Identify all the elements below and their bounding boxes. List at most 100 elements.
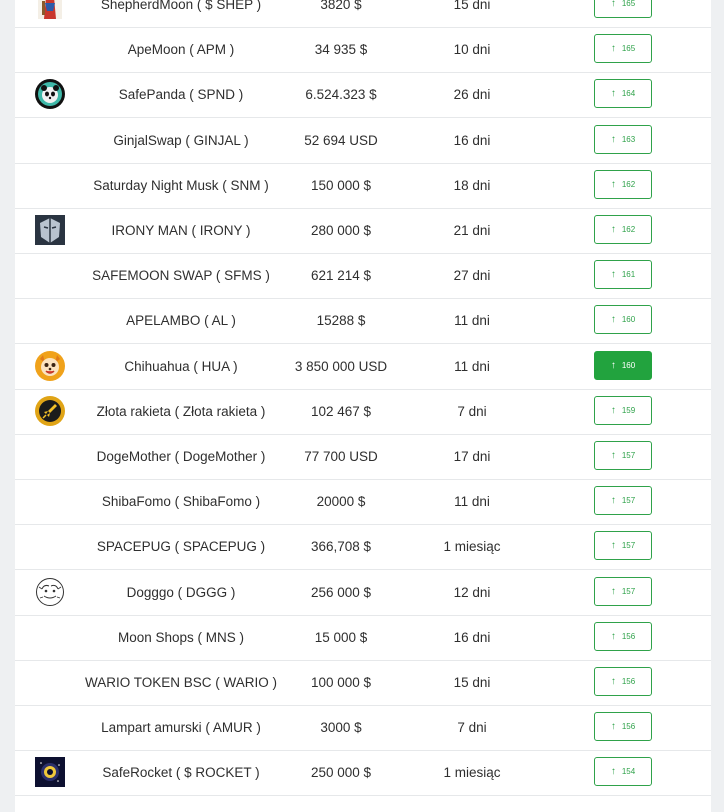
coin-row[interactable]: WARIO TOKEN BSC ( WARIO ) 100 000 $ 15 dni…: [15, 660, 711, 706]
ironyman-logo: [35, 215, 65, 245]
coin-row[interactable]: SafePanda ( SPND ) 6.524.323 $ 26 dni ↑ 164: [15, 72, 711, 119]
coin-age: 11 dni: [454, 313, 490, 329]
coin-age: 26 dni: [453, 87, 491, 103]
coin-name[interactable]: SAFEMOON SWAP ( SFMS ): [70, 253, 292, 298]
upvote-button[interactable]: ↑ 157: [594, 531, 652, 561]
coin-name[interactable]: SafePanda ( SPND ): [70, 72, 292, 117]
vote-count: 154: [621, 767, 636, 777]
market-cap: 621 214 $: [310, 268, 372, 284]
vote-count: 156: [621, 677, 636, 686]
arrow-up-icon: ↑: [610, 88, 616, 100]
coin-age: 17 dni: [453, 449, 491, 464]
coin-row[interactable]: Złota rakieta ( Złota rakieta ) 102 467 $…: [15, 389, 711, 435]
vote-count: 165: [621, 44, 636, 54]
coin-row[interactable]: Saturday Night Musk ( SNM ) 150 000 $ 18 d…: [15, 163, 711, 209]
safepanda-logo: [35, 79, 65, 110]
zlota-rakieta-logo: [35, 395, 65, 426]
upvote-button[interactable]: ↑ 156: [594, 667, 652, 696]
coin-name[interactable]: ShepherdMoon ( $ SHEP ): [70, 0, 292, 27]
coin-name[interactable]: ShibaFomo ( ShibaFomo ): [70, 479, 292, 524]
coin-row[interactable]: ShibaFomo ( ShibaFomo ) 20000 $ 11 dni ↑ 157: [15, 479, 711, 526]
shepherdmoon-logo: [35, 0, 65, 19]
coin-age: 1 miesiąc: [443, 765, 501, 781]
upvote-button[interactable]: ↑ 157: [594, 486, 652, 516]
arrow-up-icon: ↑: [610, 766, 616, 778]
coin-name[interactable]: GinjalSwap ( GINJAL ): [70, 118, 292, 163]
upvote-button[interactable]: ↑ 160: [594, 350, 652, 380]
coin-row[interactable]: SAFEMOON SWAP ( SFMS ) 621 214 $ 27 dni ↑ 16…: [15, 253, 711, 300]
coin-age: 15 dni: [453, 0, 491, 12]
upvote-button[interactable]: ↑ 157: [594, 441, 652, 470]
vote-count: 160: [621, 315, 636, 325]
coin-name[interactable]: ApeMoon ( APM ): [70, 27, 292, 72]
arrow-up-icon: ↑: [610, 404, 616, 416]
upvote-button[interactable]: ↑ 156: [594, 712, 652, 742]
arrow-up-icon: ↑: [610, 314, 616, 326]
market-cap: 3 850 000 USD: [294, 358, 388, 374]
arrow-up-icon: ↑: [610, 721, 616, 733]
coin-name[interactable]: Saturday Night Musk ( SNM ): [70, 163, 292, 208]
upvote-button[interactable]: ↑ 160: [594, 305, 652, 335]
market-cap: 15288 $: [316, 313, 366, 329]
coin-age: 21 dni: [453, 223, 491, 238]
vote-count: 156: [621, 631, 636, 641]
coin-age: 16 dni: [453, 629, 491, 645]
vote-count: 164: [621, 89, 636, 99]
market-cap: 3000 $: [320, 720, 362, 736]
coin-name[interactable]: WARIO TOKEN BSC ( WARIO ): [70, 660, 292, 705]
coin-row[interactable]: APELAMBO ( AL ) 15288 $ 11 dni ↑ 160: [15, 298, 711, 345]
arrow-up-icon: ↑: [610, 0, 616, 9]
vote-count: 157: [621, 451, 636, 460]
coin-row[interactable]: IRONY MAN ( IRONY ) 280 000 $ 21 dni ↑ 162: [15, 208, 711, 254]
upvote-button[interactable]: ↑ 162: [594, 215, 652, 244]
market-cap: 15 000 $: [314, 629, 368, 645]
upvote-button[interactable]: ↑ 159: [594, 395, 652, 425]
coin-name[interactable]: APELAMBO ( AL ): [70, 298, 292, 343]
coin-age: 1 miesiąc: [443, 539, 501, 555]
coin-age: 12 dni: [453, 584, 491, 600]
coin-row[interactable]: GinjalSwap ( GINJAL ) 52 694 USD 16 dni ↑ 16…: [15, 118, 711, 164]
coin-row[interactable]: ShepherdMoon ( $ SHEP ) 3820 $ 15 dni ↑ 165: [15, 0, 711, 28]
coin-name[interactable]: Lampart amurski ( AMUR ): [70, 705, 292, 750]
coin-row[interactable]: Chihuahua ( HUA ) 3 850 000 USD 11 dni ↑ 160: [15, 344, 711, 390]
upvote-button[interactable]: ↑ 161: [594, 260, 652, 290]
upvote-button[interactable]: ↑ 154: [594, 757, 652, 787]
market-cap: 100 000 $: [310, 675, 372, 690]
upvote-button[interactable]: ↑ 156: [594, 621, 652, 651]
coin-name[interactable]: Chihuahua ( HUA ): [70, 344, 292, 389]
upvote-button[interactable]: ↑ 157: [594, 576, 652, 606]
coin-name[interactable]: Dogggo ( DGGG ): [70, 570, 292, 615]
coin-name[interactable]: DogeMother ( DogeMother ): [70, 434, 292, 479]
coin-row[interactable]: DogeMother ( DogeMother ) 77 700 USD 17 dn…: [15, 434, 711, 480]
coin-row[interactable]: ApeMoon ( APM ) 34 935 $ 10 dni ↑ 165: [15, 27, 711, 74]
upvote-button[interactable]: ↑ 162: [594, 169, 652, 199]
coin-row[interactable]: Moon Shops ( MNS ) 15 000 $ 16 dni ↑ 156: [15, 615, 711, 661]
upvote-button[interactable]: ↑ 164: [594, 79, 652, 109]
vote-count: 165: [621, 0, 636, 8]
upvote-button[interactable]: ↑ 163: [594, 124, 652, 154]
coin-row[interactable]: Dogggo ( DGGG ) 256 000 $ 12 dni ↑ 157: [15, 570, 711, 616]
coin-age: 15 dni: [453, 675, 491, 690]
upvote-button[interactable]: ↑ 165: [594, 0, 652, 18]
arrow-up-icon: ↑: [610, 43, 616, 55]
coin-age: 27 dni: [453, 268, 491, 284]
coin-name[interactable]: Złota rakieta ( Złota rakieta ): [70, 389, 292, 434]
coin-row[interactable]: Lampart amurski ( AMUR ) 3000 $ 7 dni ↑ 156: [15, 705, 711, 752]
market-cap: 150 000 $: [310, 177, 372, 193]
coin-name[interactable]: IRONY MAN ( IRONY ): [70, 208, 292, 253]
coin-row[interactable]: SafeRocket ( $ ROCKET ) 250 000 $ 1 miesią…: [15, 750, 711, 797]
coin-name[interactable]: SafeRocket ( $ ROCKET ): [70, 750, 292, 795]
arrow-up-icon: ↑: [610, 359, 616, 371]
coin-row[interactable]: SPACEPUG ( SPACEPUG ) 366,708 $ 1 miesiąc ↑…: [15, 524, 711, 571]
coin-name[interactable]: SPACEPUG ( SPACEPUG ): [70, 524, 292, 569]
coin-name[interactable]: Moon Shops ( MNS ): [70, 615, 292, 660]
vote-count: 157: [621, 586, 636, 596]
saferocket-logo: [35, 757, 65, 788]
coin-age: 7 dni: [457, 720, 487, 736]
market-cap: 77 700 USD: [304, 449, 378, 464]
arrow-up-icon: ↑: [610, 224, 616, 235]
market-cap: 20000 $: [316, 494, 366, 510]
market-cap: 6.524.323 $: [305, 87, 377, 103]
arrow-up-icon: ↑: [610, 585, 616, 597]
upvote-button[interactable]: ↑ 165: [594, 34, 652, 64]
